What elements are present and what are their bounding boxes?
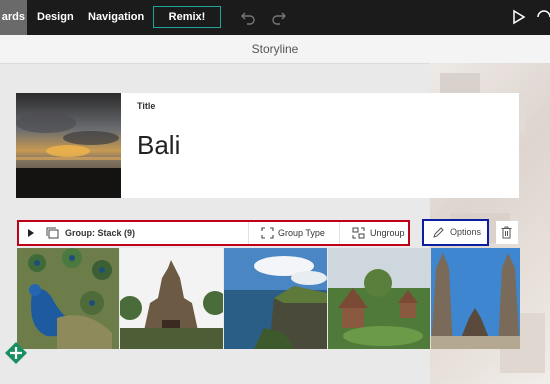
divider xyxy=(248,222,249,244)
expand-arrow-icon[interactable] xyxy=(27,229,35,237)
stack-icon xyxy=(46,227,59,239)
photo-strip xyxy=(17,248,520,349)
photo-sea-cliff[interactable] xyxy=(224,248,327,349)
photo-split-gate[interactable] xyxy=(431,248,520,349)
tab-cards-label: ards xyxy=(1,11,25,23)
group-type-icon xyxy=(261,227,274,239)
ungroup-label: Ungroup xyxy=(370,228,405,238)
tab-navigation[interactable]: Navigation xyxy=(88,0,144,35)
photo-temple-gate[interactable] xyxy=(120,248,223,349)
redo-icon[interactable] xyxy=(271,9,287,25)
group-label: Group: Stack (9) xyxy=(65,228,136,238)
title-image xyxy=(16,93,121,198)
options-label: Options xyxy=(450,227,482,237)
share-icon[interactable] xyxy=(536,9,550,25)
options-button[interactable]: Options xyxy=(422,219,489,246)
add-card-button[interactable] xyxy=(5,342,27,364)
group-type-label: Group Type xyxy=(278,228,325,238)
title-value[interactable]: Bali xyxy=(137,130,180,161)
photo-peacock[interactable] xyxy=(17,248,119,349)
title-card[interactable]: Title Bali xyxy=(16,93,519,198)
photo-garden-shrine[interactable] xyxy=(328,248,430,349)
tab-design[interactable]: Design xyxy=(37,0,74,35)
play-icon[interactable] xyxy=(511,9,527,25)
group-toolbar: Group: Stack (9) Group Type Ungroup xyxy=(17,220,410,246)
pencil-icon xyxy=(433,227,444,238)
ungroup-icon xyxy=(352,227,365,239)
undo-icon[interactable] xyxy=(240,9,256,25)
remix-button[interactable]: Remix! xyxy=(153,6,221,28)
page-title: Storyline xyxy=(251,42,299,56)
title-label: Title xyxy=(137,101,156,111)
divider xyxy=(339,222,340,244)
tab-cards[interactable]: ards xyxy=(0,0,27,35)
ungroup-button[interactable]: Ungroup xyxy=(352,222,405,244)
top-bar: ards Design Navigation Remix! xyxy=(0,0,550,35)
trash-icon xyxy=(501,226,512,239)
storyline-header: Storyline xyxy=(0,35,550,64)
delete-button[interactable] xyxy=(496,221,518,244)
group-type-button[interactable]: Group Type xyxy=(261,222,325,244)
